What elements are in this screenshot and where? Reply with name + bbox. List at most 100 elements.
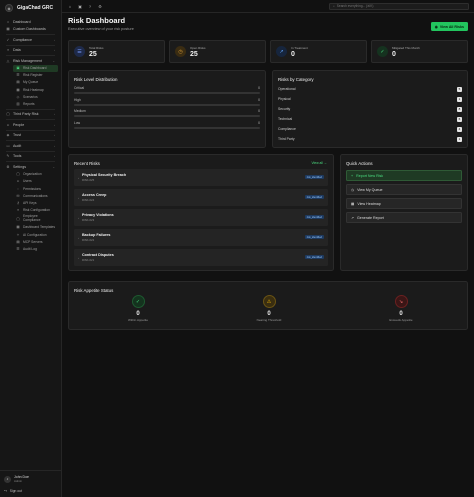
warning-icon: ⚠ [262, 295, 276, 308]
check-icon: ✓ [377, 46, 388, 57]
risk-name: Physical Security Breach [82, 172, 127, 177]
help-icon[interactable]: ? [87, 3, 93, 9]
report-new-risk-button[interactable]: + Report New Risk [346, 170, 462, 181]
button-label: View My Queue [357, 187, 383, 192]
user-menu[interactable]: J John Doe Admin [4, 475, 58, 483]
sidebar-item-communications[interactable]: ✉ Communications [13, 192, 58, 199]
shield-icon: ◈ [6, 133, 10, 138]
card-title: Risks by Category [278, 77, 314, 82]
sidebar-item-label: Scenarios [23, 94, 38, 99]
sidebar-item-mcp-servers[interactable]: ▤ MCP Servers [13, 238, 58, 245]
category-label: Third Party [278, 137, 295, 141]
sidebar-item-scenarios[interactable]: ◇ Scenarios [13, 93, 58, 100]
view-all-link[interactable]: View all → [311, 161, 327, 165]
view-all-risks-button[interactable]: ◉ View All Risks [430, 22, 468, 31]
sidebar-item-risk-management[interactable]: △ Risk Management ⌄ [3, 57, 58, 65]
sidebar-item-users[interactable]: ☺ Users [13, 178, 58, 185]
search-bar[interactable]: ⌕ [329, 2, 469, 10]
chevron-right-icon: › [54, 37, 55, 42]
risk-item[interactable]: › Physical Security Breach RISK-025 risk_id… [74, 169, 328, 186]
risk-name: Backup Failures [82, 232, 111, 237]
sidebar-item-label: Risk Configuration [23, 208, 50, 213]
sidebar-item-risk-dashboard[interactable]: ▣ Risk Dashboard [13, 64, 58, 72]
calendar-icon[interactable]: ▣ [77, 3, 83, 9]
sidebar-item-api-keys[interactable]: ⚷ API Keys [13, 199, 58, 206]
view-my-queue-button[interactable]: ◷ View My Queue [346, 184, 462, 195]
risk-item[interactable]: › Privacy Violations RISK-023 risk_identifi… [74, 209, 328, 226]
risk-name: Privacy Violations [82, 212, 114, 217]
sign-out-button[interactable]: ↪ Sign out [4, 489, 58, 493]
status-badge: risk_identified [304, 235, 324, 240]
generate-report-button[interactable]: ↗ Generate Report [346, 212, 462, 223]
risk-item[interactable]: › Backup Failures RISK-022 risk_identified [74, 229, 328, 246]
risk-item[interactable]: › Contract Disputes RISK-021 risk_identifie… [74, 249, 328, 266]
sidebar-item-label: Data [13, 48, 21, 53]
category-label: Security [278, 107, 291, 111]
view-heatmap-button[interactable]: ▦ View Heatmap [346, 198, 462, 209]
level-label: Medium [74, 109, 86, 113]
brand[interactable]: ◈ GigaChad GRC [0, 0, 61, 16]
sidebar-item-custom-dashboards[interactable]: ▦ Custom Dashboards [3, 26, 58, 34]
sidebar-item-settings[interactable]: ⚙ Settings ⌄ [3, 163, 58, 171]
sidebar-item-dashboard[interactable]: ⌂ Dashboard [3, 18, 58, 26]
search-input[interactable] [336, 4, 457, 8]
sidebar-item-risk-register[interactable]: ☰ Risk Register [13, 72, 58, 79]
alert-icon: △ [6, 58, 10, 63]
sparkle-icon: ✧ [16, 232, 20, 237]
home-icon: ⌂ [6, 19, 10, 24]
divider [6, 119, 55, 121]
category-row[interactable]: Technical 6 [273, 114, 467, 124]
status-badge: risk_identified [304, 175, 324, 180]
sidebar-item-label: Settings [13, 164, 26, 169]
category-row[interactable]: Third Party 1 [273, 134, 467, 144]
sidebar-item-dashboard-templates[interactable]: ▦ Dashboard Templates [13, 224, 58, 231]
sidebar-item-tools[interactable]: ✎ Tools › [3, 153, 58, 161]
check-circle-icon: ✓ [131, 295, 145, 308]
sidebar-item-risk-heatmap[interactable]: ▦ Risk Heatmap [13, 86, 58, 93]
sidebar-item-my-queue[interactable]: ▤ My Queue [13, 79, 58, 86]
sidebar-item-ai-configuration[interactable]: ✧ AI Configuration [13, 231, 58, 238]
page-title: Risk Dashboard [68, 16, 126, 25]
sidebar-item-label: Risk Dashboard [23, 66, 47, 71]
home-icon[interactable]: ⌂ [67, 3, 73, 9]
sidebar-item-data[interactable]: ≡ Data › [3, 47, 58, 55]
level-row: Medium 0 [74, 109, 260, 117]
sidebar-item-trust[interactable]: ◈ Trust › [3, 132, 58, 140]
level-row: Low 0 [74, 121, 260, 129]
sidebar-item-audit-log[interactable]: ☰ Audit Log [13, 245, 58, 252]
card-title: Recent Risks [74, 161, 100, 166]
risk-item[interactable]: › Access Creep RISK-024 risk_identified [74, 189, 328, 206]
sidebar-item-employee-compliance[interactable]: ▢ Employee Compliance [13, 214, 58, 224]
sidebar-item-compliance[interactable]: ✓ Compliance › [3, 36, 58, 44]
sidebar-item-organization[interactable]: ▢ Organization [13, 171, 58, 178]
stat-label: In Treatment [291, 45, 308, 50]
sidebar-item-reports[interactable]: ▥ Reports [13, 100, 58, 107]
level-bar [74, 92, 260, 94]
sidebar-item-permissions[interactable]: ▫ Permissions [13, 185, 58, 192]
risk-name: Access Creep [82, 192, 107, 197]
level-row: Critical 0 [74, 86, 260, 94]
people-icon: ☺ [6, 122, 10, 127]
sidebar-item-label: Employee Compliance [23, 214, 41, 222]
category-count: 5 [457, 86, 462, 92]
settings-icon[interactable]: ⚙ [97, 3, 103, 9]
stat-in-treatment: ↗ In Treatment 0 [270, 40, 367, 63]
sidebar-item-third-party-risk[interactable]: ▢ Third Party Risk › [3, 111, 58, 119]
sidebar-item-risk-configuration[interactable]: ≡ Risk Configuration [13, 207, 58, 214]
sidebar-item-label: My Queue [23, 80, 39, 85]
risk-id: RISK-025 [82, 178, 95, 183]
sidebar-item-label: Dashboard [13, 19, 31, 24]
log-icon: ☰ [16, 246, 20, 251]
category-row[interactable]: Compliance 4 [273, 124, 467, 134]
sidebar-item-label: Risk Management [13, 58, 42, 63]
appetite-value: 0 [267, 311, 271, 317]
chevron-right-icon: › [78, 235, 79, 240]
category-row[interactable]: Security 8 [273, 104, 467, 114]
level-value: 0 [258, 86, 260, 90]
sidebar-item-people[interactable]: ☺ People › [3, 121, 58, 129]
sidebar-item-audit[interactable]: ▭ Audit › [3, 142, 58, 150]
category-row[interactable]: Operational 5 [273, 84, 467, 94]
risk-id: RISK-021 [82, 258, 95, 263]
appetite-label: Within Appetite [127, 318, 148, 322]
category-row[interactable]: Physical 1 [273, 94, 467, 104]
